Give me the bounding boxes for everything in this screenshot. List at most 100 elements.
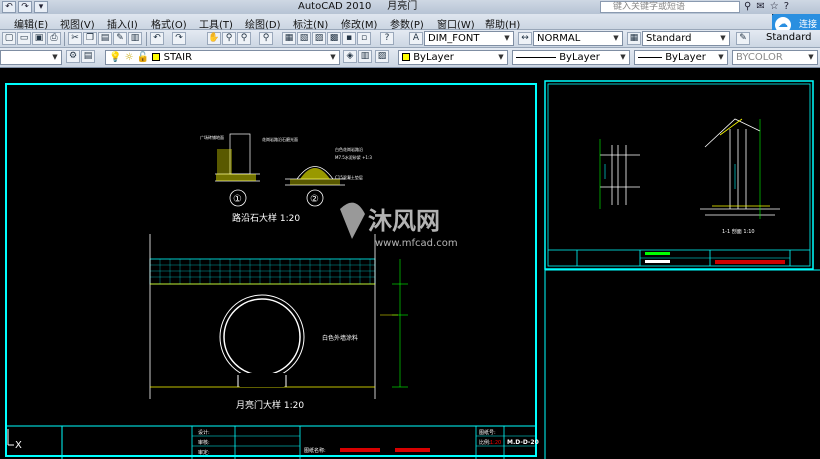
layer-manager-icon[interactable]: ⚙ — [66, 50, 80, 63]
tool-palettes-icon[interactable]: ▨ — [312, 32, 326, 45]
lineweight-value: ByLayer — [665, 52, 706, 63]
zoom-window-icon[interactable]: ⚲ — [237, 32, 251, 45]
titleblock-check: 审核: — [198, 439, 210, 446]
undo-icon[interactable]: ↶ — [2, 1, 16, 13]
svg-text:C15混凝土垫层: C15混凝土垫层 — [335, 174, 363, 180]
make-current-layer-icon[interactable]: ◈ — [343, 50, 357, 63]
layer-isolate-icon[interactable]: ▨ — [375, 50, 389, 63]
detail-title-1: 路沿石大样 1:20 — [232, 212, 300, 224]
detail-title-2: 月亮门大样 1:20 — [236, 399, 304, 411]
svg-text:M7.5水泥砂浆 +1:3: M7.5水泥砂浆 +1:3 — [335, 154, 372, 160]
menu-window[interactable]: 窗口(W) — [437, 16, 475, 31]
table-style-value: Standard — [646, 33, 692, 44]
menu-format[interactable]: 格式(O) — [151, 16, 187, 31]
new-icon[interactable]: ▢ — [2, 32, 16, 45]
drawing-canvas[interactable]: 1-1 剖面 1:10 广场砖铺地面 花岗岩路沿石磨光面 白色花岗岩路沿 M7.… — [0, 69, 820, 459]
workspace-select[interactable]: ▼ — [0, 50, 62, 65]
title-bar: ↶ ↷ ▾ AutoCAD 2010 月亮门 键入关键字或短语 ⚲ ✉ ☆ ? — [0, 0, 820, 14]
quick-access-toolbar: ↶ ↷ ▾ — [2, 1, 48, 13]
match-properties-icon[interactable]: ✎ — [113, 32, 127, 45]
design-center-icon[interactable]: ▧ — [297, 32, 311, 45]
menu-tools[interactable]: 工具(T) — [199, 16, 233, 31]
standard-toolbar: ▢ ▭ ▣ ⎙ ✂ ❐ ▤ ✎ ▥ ↶ ↷ ✋ ⚲ ⚲ ⚲ ▦ ▧ ▨ ▩ ▪ … — [0, 30, 820, 48]
layer-state-icon[interactable]: ▤ — [81, 50, 95, 63]
menu-draw[interactable]: 绘图(D) — [245, 16, 281, 31]
titleblock-design: 设计: — [198, 429, 210, 436]
lineweight-select[interactable]: ByLayer ▼ — [634, 50, 728, 65]
help-icon[interactable]: ? — [784, 1, 789, 12]
menu-insert[interactable]: 插入(I) — [107, 16, 138, 31]
menu-edit[interactable]: 编辑(E) — [14, 16, 48, 31]
text-style-icon[interactable]: A — [409, 32, 423, 45]
communication-icon[interactable]: ✉ — [756, 1, 764, 12]
toolbar-separator — [64, 32, 65, 46]
linetype-select[interactable]: ByLayer ▼ — [512, 50, 630, 65]
table-style-select[interactable]: Standard ▼ — [642, 31, 730, 46]
titleblock-sheet-no: 图纸号: — [479, 429, 496, 436]
properties-icon[interactable]: ▦ — [282, 32, 296, 45]
infocenter-icons: ⚲ ✉ ☆ ? — [744, 1, 789, 12]
wall-note: 白色外墙涂料 — [322, 334, 358, 342]
quickcalc-icon[interactable]: ▫ — [357, 32, 371, 45]
linetype-sample — [516, 56, 556, 58]
zoom-previous-icon[interactable]: ⚲ — [259, 32, 273, 45]
titleblock-approve: 审定: — [198, 449, 210, 456]
titleblock-drawing-no: M.D-D-20 — [507, 439, 539, 446]
section-label: 1-1 剖面 1:10 — [722, 228, 755, 235]
copy-icon[interactable]: ❐ — [83, 32, 97, 45]
lightbulb-icon: 💡 — [109, 52, 122, 63]
title-block: 设计: 审核: 审定: 图纸名称: 图纸号: 比例: 1:20 M.D-D-20 — [6, 425, 539, 459]
svg-text:花岗岩路沿石磨光面: 花岗岩路沿石磨光面 — [262, 136, 298, 142]
lineweight-sample — [638, 56, 662, 58]
watermark-en: www.mfcad.com — [375, 238, 458, 249]
watermark-cn: 沐风网 — [368, 207, 440, 235]
help-toolbar-icon[interactable]: ? — [380, 32, 394, 45]
layer-color-swatch — [152, 53, 161, 61]
layer-previous-icon[interactable]: ▥ — [358, 50, 372, 63]
multileader-style-value[interactable]: Standard — [766, 32, 812, 43]
pan-icon[interactable]: ✋ — [207, 32, 221, 45]
menu-help[interactable]: 帮助(H) — [485, 16, 520, 31]
menu-dimension[interactable]: 标注(N) — [293, 16, 328, 31]
chevron-down-icon: ▼ — [720, 34, 726, 42]
watermark-logo — [340, 202, 365, 239]
dim-style-select[interactable]: NORMAL ▼ — [533, 31, 623, 46]
chevron-down-icon: ▼ — [504, 34, 510, 42]
binoculars-icon[interactable]: ⚲ — [744, 1, 751, 12]
print-icon[interactable]: ⎙ — [47, 32, 61, 45]
ucs-icon: X — [7, 429, 22, 451]
chevron-down-icon: ▼ — [620, 53, 626, 61]
ucs-label: X — [15, 440, 22, 451]
chevron-down-icon: ▼ — [52, 53, 58, 61]
plotstyle-value: BYCOLOR — [736, 52, 783, 63]
menu-modify[interactable]: 修改(M) — [341, 16, 377, 31]
layer-select[interactable]: 💡 ☼ 🔓 STAIR ▼ — [105, 50, 340, 65]
quick-access-dropdown-icon[interactable]: ▾ — [34, 1, 48, 13]
block-editor-icon[interactable]: ▥ — [128, 32, 142, 45]
search-input[interactable]: 键入关键字或短语 — [600, 1, 740, 13]
plotstyle-select[interactable]: BYCOLOR ▼ — [732, 50, 818, 65]
redo-icon[interactable]: ↷ — [18, 1, 32, 13]
open-icon[interactable]: ▭ — [17, 32, 31, 45]
sheet-border-right — [544, 80, 814, 270]
sheet-set-icon[interactable]: ▩ — [327, 32, 341, 45]
menu-parametric[interactable]: 参数(P) — [390, 16, 424, 31]
markup-icon[interactable]: ▪ — [342, 32, 356, 45]
dim-style-icon[interactable]: ↔ — [518, 32, 532, 45]
star-icon[interactable]: ☆ — [770, 1, 779, 12]
color-select[interactable]: ByLayer ▼ — [398, 50, 508, 65]
save-icon[interactable]: ▣ — [32, 32, 46, 45]
table-style-icon[interactable]: ▦ — [627, 32, 641, 45]
paste-icon[interactable]: ▤ — [98, 32, 112, 45]
layer-name: STAIR — [163, 52, 193, 63]
unlock-icon: 🔓 — [136, 52, 150, 63]
document-name: 月亮门 — [387, 1, 418, 12]
text-style-select[interactable]: DIM_FONT ▼ — [424, 31, 514, 46]
chevron-down-icon: ▼ — [718, 53, 724, 61]
multileader-style-icon[interactable]: ✎ — [736, 32, 750, 45]
cut-icon[interactable]: ✂ — [68, 32, 82, 45]
zoom-realtime-icon[interactable]: ⚲ — [222, 32, 236, 45]
undo-toolbar-icon[interactable]: ↶ — [150, 32, 164, 45]
menu-view[interactable]: 视图(V) — [60, 16, 95, 31]
redo-toolbar-icon[interactable]: ↷ — [172, 32, 186, 45]
